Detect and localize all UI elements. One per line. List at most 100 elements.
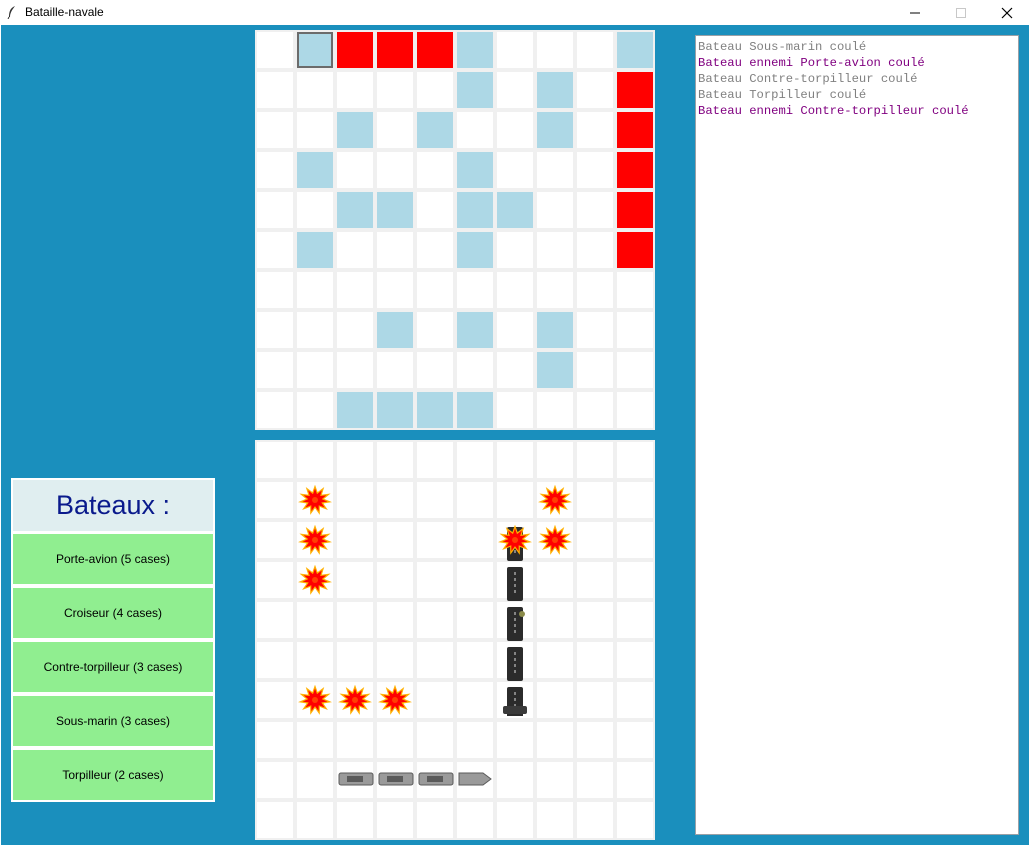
grid-cell[interactable] [577,72,613,108]
grid-cell[interactable] [257,32,293,68]
grid-cell[interactable] [497,32,533,68]
grid-cell[interactable] [577,32,613,68]
grid-cell[interactable] [577,392,613,428]
grid-cell[interactable] [337,272,373,308]
grid-cell[interactable] [497,272,533,308]
grid-cell[interactable] [337,312,373,348]
hit-cell[interactable] [617,72,653,108]
miss-cell[interactable] [337,112,373,148]
grid-cell[interactable] [497,152,533,188]
grid-cell[interactable] [297,272,333,308]
miss-cell[interactable] [337,392,373,428]
grid-cell[interactable] [417,152,453,188]
grid-cell[interactable] [537,192,573,228]
grid-cell[interactable] [297,312,333,348]
grid-cell[interactable] [257,392,293,428]
grid-cell[interactable] [337,152,373,188]
grid-cell[interactable] [537,152,573,188]
grid-cell[interactable] [577,232,613,268]
hit-cell[interactable] [617,192,653,228]
grid-cell[interactable] [617,312,653,348]
hit-cell[interactable] [377,32,413,68]
boat-button-torpilleur[interactable]: Torpilleur (2 cases) [13,750,213,800]
grid-cell[interactable] [497,392,533,428]
grid-cell[interactable] [377,72,413,108]
grid-cell[interactable] [537,272,573,308]
miss-cell[interactable] [297,32,333,68]
grid-cell[interactable] [577,272,613,308]
miss-cell[interactable] [457,192,493,228]
hit-cell[interactable] [617,152,653,188]
grid-cell[interactable] [417,232,453,268]
grid-cell[interactable] [257,352,293,388]
grid-cell[interactable] [257,232,293,268]
hit-cell[interactable] [617,112,653,148]
grid-cell[interactable] [617,272,653,308]
miss-cell[interactable] [417,112,453,148]
grid-cell[interactable] [337,232,373,268]
grid-cell[interactable] [297,112,333,148]
miss-cell[interactable] [297,152,333,188]
miss-cell[interactable] [537,112,573,148]
maximize-button[interactable] [938,0,984,25]
boat-button-porte-avion[interactable]: Porte-avion (5 cases) [13,534,213,584]
miss-cell[interactable] [457,312,493,348]
miss-cell[interactable] [617,32,653,68]
miss-cell[interactable] [297,232,333,268]
grid-cell[interactable] [417,272,453,308]
grid-cell[interactable] [377,272,413,308]
grid-cell[interactable] [297,352,333,388]
grid-cell[interactable] [617,392,653,428]
grid-cell[interactable] [497,232,533,268]
grid-cell[interactable] [257,152,293,188]
grid-cell[interactable] [617,352,653,388]
miss-cell[interactable] [537,352,573,388]
grid-cell[interactable] [577,192,613,228]
hit-cell[interactable] [417,32,453,68]
grid-cell[interactable] [497,352,533,388]
miss-cell[interactable] [537,312,573,348]
grid-cell[interactable] [297,192,333,228]
miss-cell[interactable] [337,192,373,228]
grid-cell[interactable] [377,112,413,148]
minimize-button[interactable] [892,0,938,25]
grid-cell[interactable] [417,312,453,348]
event-log[interactable]: Bateau Sous-marin coulé Bateau ennemi Po… [695,35,1019,835]
grid-cell[interactable] [377,352,413,388]
hit-cell[interactable] [337,32,373,68]
miss-cell[interactable] [377,192,413,228]
grid-cell[interactable] [497,112,533,148]
miss-cell[interactable] [497,192,533,228]
grid-cell[interactable] [577,152,613,188]
grid-cell[interactable] [377,152,413,188]
grid-cell[interactable] [537,392,573,428]
grid-cell[interactable] [577,112,613,148]
grid-cell[interactable] [417,352,453,388]
grid-cell[interactable] [457,272,493,308]
boat-button-contre-torpilleur[interactable]: Contre-torpilleur (3 cases) [13,642,213,692]
grid-cell[interactable] [577,312,613,348]
grid-cell[interactable] [297,392,333,428]
miss-cell[interactable] [457,72,493,108]
miss-cell[interactable] [457,32,493,68]
miss-cell[interactable] [457,232,493,268]
grid-cell[interactable] [457,112,493,148]
grid-cell[interactable] [377,232,413,268]
grid-cell[interactable] [257,192,293,228]
miss-cell[interactable] [537,72,573,108]
miss-cell[interactable] [417,392,453,428]
hit-cell[interactable] [617,232,653,268]
grid-cell[interactable] [257,112,293,148]
grid-cell[interactable] [457,352,493,388]
grid-cell[interactable] [257,272,293,308]
grid-cell[interactable] [577,352,613,388]
miss-cell[interactable] [457,392,493,428]
grid-cell[interactable] [337,72,373,108]
grid-cell[interactable] [537,232,573,268]
grid-cell[interactable] [497,72,533,108]
grid-cell[interactable] [537,32,573,68]
boat-button-sous-marin[interactable]: Sous-marin (3 cases) [13,696,213,746]
grid-cell[interactable] [417,72,453,108]
grid-cell[interactable] [497,312,533,348]
miss-cell[interactable] [377,392,413,428]
